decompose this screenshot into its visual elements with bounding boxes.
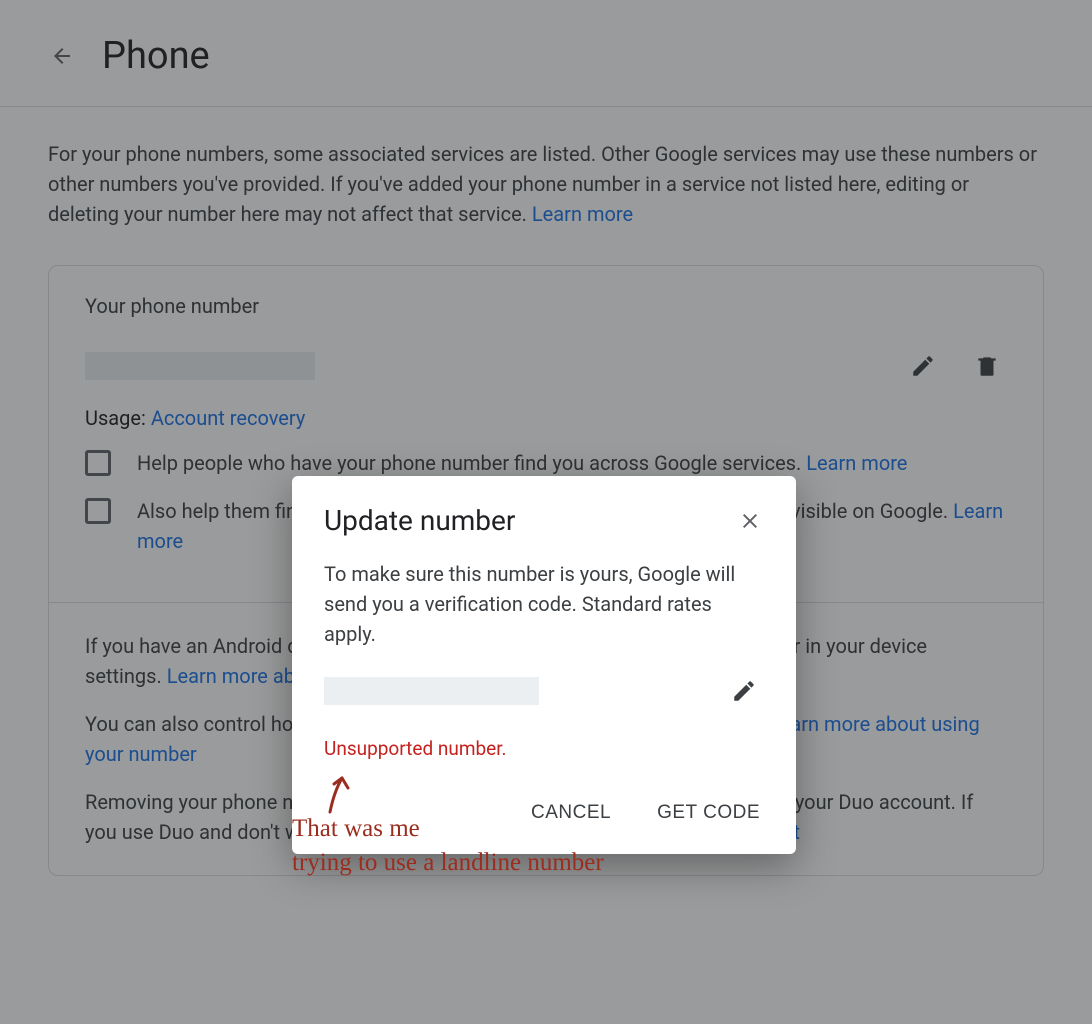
dialog-actions: CANCEL GET CODE [324, 796, 764, 830]
update-number-dialog: Update number To make sure this number i… [292, 476, 796, 854]
page-root: Phone For your phone numbers, some assoc… [0, 0, 1092, 1024]
cancel-button[interactable]: CANCEL [527, 796, 615, 830]
dialog-close-button[interactable] [736, 507, 764, 535]
dialog-number-redacted [324, 677, 539, 705]
dialog-error: Unsupported number. [324, 737, 764, 760]
dialog-title: Update number [324, 504, 515, 537]
close-icon [738, 509, 762, 533]
dialog-input-row [324, 671, 764, 711]
dialog-body: To make sure this number is yours, Googl… [324, 559, 764, 649]
get-code-button[interactable]: GET CODE [653, 796, 764, 830]
dialog-edit-button[interactable] [724, 671, 764, 711]
dialog-header: Update number [324, 504, 764, 537]
pencil-icon [731, 678, 757, 704]
